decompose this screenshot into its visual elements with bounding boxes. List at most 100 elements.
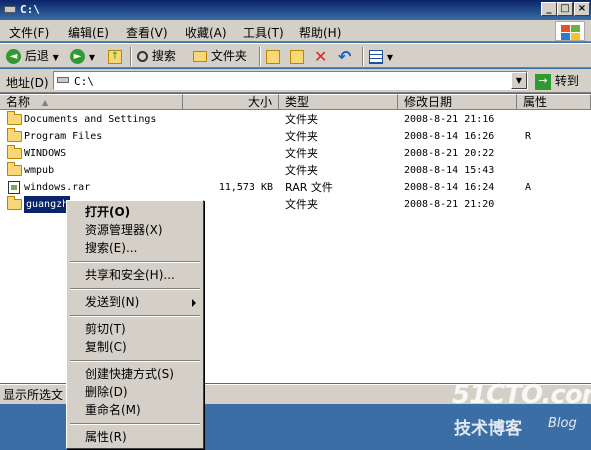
go-button[interactable]: → 转到: [535, 72, 579, 90]
move-to-button[interactable]: [266, 48, 280, 65]
context-menu-label: 搜索(E)...: [85, 241, 138, 255]
file-modified: 2008-8-21 20:22: [404, 148, 495, 159]
address-bar: 地址(D) C:\ ▼ → 转到: [0, 69, 591, 93]
menu-separator: [70, 315, 200, 317]
watermark-logo-text: 51CTO.com: [452, 380, 591, 410]
delete-button[interactable]: ✕: [314, 48, 327, 65]
file-row[interactable]: Program Files 文件夹 2008-8-14 16:26 R: [0, 128, 591, 145]
up-folder-button[interactable]: ↑: [108, 48, 122, 65]
folder-icon: [7, 162, 22, 176]
context-menu-label: 发送到(N): [85, 295, 140, 309]
submenu-arrow-icon: [192, 299, 196, 307]
title-bar: C:\ _ □ ×: [0, 0, 591, 20]
file-modified: 2008-8-14 16:24: [404, 182, 495, 193]
search-icon: [137, 51, 148, 62]
status-text: 显示所选文: [3, 388, 64, 402]
menu-bar: 文件(F) 编辑(E) 查看(V) 收藏(A) 工具(T) 帮助(H): [0, 20, 591, 42]
file-name: WINDOWS: [24, 148, 67, 159]
forward-dropdown-icon[interactable]: ▼: [89, 53, 95, 62]
undo-button[interactable]: ↶: [338, 48, 351, 65]
column-header-size[interactable]: 大小: [183, 94, 279, 110]
undo-icon: ↶: [338, 47, 352, 66]
search-label: 搜索: [151, 49, 176, 63]
column-header-type[interactable]: 类型: [279, 94, 398, 110]
file-type: 文件夹: [285, 198, 318, 211]
menu-edit[interactable]: 编辑(E): [68, 24, 109, 41]
up-folder-icon: ↑: [108, 49, 122, 64]
file-name: wmpub: [24, 165, 55, 176]
menu-help[interactable]: 帮助(H): [299, 24, 341, 41]
rar-file-icon: [8, 181, 20, 194]
context-menu-item[interactable]: 发送到(N): [67, 293, 203, 311]
menu-separator: [70, 423, 200, 425]
context-menu-item[interactable]: 资源管理器(X): [67, 221, 203, 239]
minimize-button[interactable]: _: [541, 2, 557, 16]
context-menu-label: 共享和安全(H)...: [85, 268, 175, 282]
go-label: 转到: [554, 74, 579, 88]
file-size: 11,573 KB: [218, 182, 273, 193]
menu-separator: [70, 288, 200, 290]
toolbar-separator: [130, 47, 132, 66]
context-menu-item[interactable]: 打开(O): [67, 203, 203, 221]
context-menu-item[interactable]: 创建快捷方式(S): [67, 365, 203, 383]
file-name: Documents and Settings: [24, 114, 157, 125]
context-menu-item[interactable]: 属性(R): [67, 428, 203, 446]
address-dropdown-button[interactable]: ▼: [511, 72, 527, 89]
context-menu-item[interactable]: 共享和安全(H)...: [67, 266, 203, 284]
move-to-icon: [266, 49, 280, 64]
file-row[interactable]: windows.rar 11,573 KB RAR 文件 2008-8-14 16:2…: [0, 179, 591, 196]
context-menu-label: 复制(C): [85, 340, 127, 354]
context-menu-item[interactable]: 重命名(M): [67, 401, 203, 419]
context-menu: 打开(O) 资源管理器(X) 搜索(E)... 共享和安全(H)... 发送到(N) 剪切…: [66, 200, 204, 449]
context-menu-label: 删除(D): [85, 385, 128, 399]
file-type: 文件夹: [285, 147, 318, 160]
file-row[interactable]: wmpub 文件夹 2008-8-14 15:43: [0, 162, 591, 179]
toolbar-separator: [362, 47, 364, 66]
context-menu-item[interactable]: 删除(D): [67, 383, 203, 401]
windows-logo-icon: [555, 21, 585, 41]
views-icon: [369, 49, 383, 64]
search-button[interactable]: 搜索: [137, 48, 176, 65]
context-menu-label: 资源管理器(X): [85, 223, 163, 237]
folders-button[interactable]: 文件夹: [193, 48, 247, 65]
views-button[interactable]: ▼: [369, 48, 393, 65]
file-modified: 2008-8-21 21:16: [404, 114, 495, 125]
menu-file[interactable]: 文件(F): [9, 24, 49, 41]
menu-separator: [70, 360, 200, 362]
copy-to-button[interactable]: [290, 48, 304, 65]
column-header-modified[interactable]: 修改日期: [398, 94, 517, 110]
menu-favorites[interactable]: 收藏(A): [185, 24, 227, 41]
forward-button[interactable]: ► ▼: [70, 48, 95, 65]
menu-view[interactable]: 查看(V): [126, 24, 168, 41]
context-menu-item[interactable]: 剪切(T): [67, 320, 203, 338]
folder-icon: [7, 111, 22, 125]
address-input[interactable]: C:\ ▼: [53, 71, 528, 90]
file-row[interactable]: Documents and Settings 文件夹 2008-8-21 21:16: [0, 111, 591, 128]
maximize-button[interactable]: □: [557, 2, 573, 16]
close-button[interactable]: ×: [574, 2, 590, 16]
copy-to-icon: [290, 49, 304, 64]
file-name: guangzh: [24, 196, 71, 213]
back-dropdown-icon[interactable]: ▼: [53, 53, 59, 62]
file-attributes: A: [525, 182, 532, 193]
file-modified: 2008-8-14 15:43: [404, 165, 495, 176]
address-label: 地址(D): [6, 76, 49, 90]
back-arrow-icon: ◄: [6, 49, 21, 64]
context-menu-label: 创建快捷方式(S): [85, 367, 174, 381]
file-type: 文件夹: [285, 113, 318, 126]
context-menu-item[interactable]: 复制(C): [67, 338, 203, 356]
context-menu-label: 重命名(M): [85, 403, 141, 417]
file-row[interactable]: WINDOWS 文件夹 2008-8-21 20:22: [0, 145, 591, 162]
context-menu-label: 打开(O): [85, 205, 131, 219]
back-button[interactable]: ◄ 后退 ▼: [6, 48, 59, 65]
column-header-attributes[interactable]: 属性: [517, 94, 591, 110]
file-attributes: R: [525, 131, 532, 142]
file-type: 文件夹: [285, 164, 318, 177]
file-name: windows.rar: [24, 182, 91, 193]
window-title: C:\: [20, 3, 40, 16]
drive-icon: [57, 77, 69, 83]
context-menu-item[interactable]: 搜索(E)...: [67, 239, 203, 257]
context-menu-label: 属性(R): [85, 430, 127, 444]
menu-tools[interactable]: 工具(T): [243, 24, 284, 41]
column-header-name[interactable]: 名称 ▲: [0, 94, 183, 110]
